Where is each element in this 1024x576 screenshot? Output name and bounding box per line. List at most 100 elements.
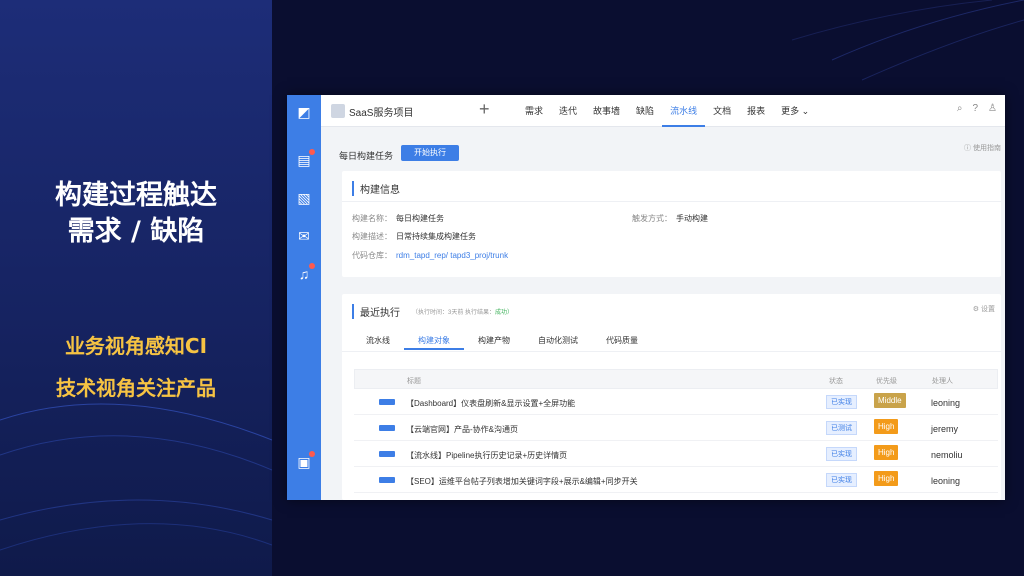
table-row[interactable]: 【云端官网】产品-协作&沟通页 已测试 High jeremy — [354, 415, 998, 441]
filter-result-value: 成功） — [495, 310, 514, 316]
build-info-card: 构建信息 构建名称： 每日构建任务 触发方式： 手动构建 构建描述： 日常持续集成构建… — [342, 171, 1001, 277]
trigger-value: 手动构建 — [676, 214, 708, 223]
trigger-field: 触发方式： 手动构建 — [632, 213, 708, 224]
row-owner: leoning — [931, 398, 961, 408]
app-window: ◩ ▤ ▧ ✉ ♫ ▣ SaaS服务项目 + 需求 迭代 故事墙 缺陷 流水线 … — [287, 95, 1005, 500]
tab-code-quality[interactable]: 代码质量 — [592, 332, 652, 350]
chat-icon[interactable]: ▣ — [295, 451, 315, 471]
build-name-field: 构建名称： 每日构建任务 — [352, 213, 444, 224]
repo-label: 代码仓库： — [352, 251, 392, 260]
priority-badge: Middle — [874, 393, 906, 408]
nav-docs[interactable]: 文档 — [705, 95, 739, 127]
tab-build-objects[interactable]: 构建对象 — [404, 332, 464, 350]
mail-icon[interactable]: ✉ — [295, 227, 313, 245]
repo-field: 代码仓库： rdm_tapd_rep/ tapd3_proj/trunk — [352, 250, 508, 261]
col-status: 状态 — [829, 378, 843, 385]
build-desc-field: 构建描述： 日常持续集成构建任务 — [352, 231, 476, 242]
trigger-label: 触发方式： — [632, 214, 672, 223]
priority-badge: High — [874, 445, 899, 460]
slide-left-panel: 构建过程触达 需求 / 缺陷 业务视角感知CI 技术视角关注产品 — [0, 0, 272, 576]
build-info-title: 构建信息 — [352, 181, 400, 196]
row-title[interactable]: 【SEO】运维平台帖子列表增加关键词字段+展示&编辑+同步开关 — [406, 476, 638, 487]
chevron-down-icon: ⌄ — [801, 106, 810, 116]
status-badge: 已测试 — [826, 421, 857, 435]
user-icon[interactable]: ♙ — [988, 103, 997, 114]
tab-pipeline[interactable]: 流水线 — [352, 332, 404, 350]
table-row[interactable]: 【SEO】运维平台帖子列表增加关键词字段+展示&编辑+同步开关 已实现 High… — [354, 467, 998, 493]
divider — [342, 201, 1001, 202]
recent-execution-card: 最近执行 （执行时间：3天前 执行结果：成功） ⚙ 设置 流水线 构建对象 构建… — [342, 294, 1001, 500]
build-desc-value: 日常持续集成构建任务 — [396, 232, 476, 241]
project-icon — [331, 104, 345, 118]
logo-icon[interactable]: ◩ — [295, 103, 313, 121]
nav-requirements[interactable]: 需求 — [517, 95, 551, 127]
build-objects-table: 标题 状态 优先级 处理人 【Dashboard】仪表盘刷新&显示设置+全屏功能… — [354, 369, 998, 493]
settings-link[interactable]: ⚙ 设置 — [973, 304, 995, 314]
search-icon[interactable]: ⌕ — [957, 103, 963, 114]
settings-label: 设置 — [981, 306, 995, 313]
status-badge: 已实现 — [826, 473, 857, 487]
guide-link[interactable]: ⓘ 使用指南 — [964, 143, 1001, 153]
status-badge: 已实现 — [826, 447, 857, 461]
nav-more[interactable]: 更多 ⌄ — [773, 95, 817, 127]
table-row[interactable]: 【流水线】Pipeline执行历史记录+历史详情页 已实现 High nemol… — [354, 441, 998, 467]
top-icons: ⌕ ? ♙ — [957, 103, 997, 114]
row-title[interactable]: 【流水线】Pipeline执行历史记录+历史详情页 — [406, 450, 567, 461]
tab-auto-test[interactable]: 自动化测试 — [524, 332, 592, 350]
col-title: 标题 — [407, 378, 421, 385]
start-execute-button[interactable]: 开始执行 — [401, 145, 459, 161]
nav-pipeline[interactable]: 流水线 — [662, 95, 706, 127]
story-tag — [379, 477, 395, 483]
add-icon[interactable]: + — [479, 99, 490, 120]
story-tag — [379, 399, 395, 405]
execution-filter[interactable]: （执行时间：3天前 执行结果：成功） — [412, 307, 513, 316]
nav-reports[interactable]: 报表 — [739, 95, 773, 127]
tab-build-artifacts[interactable]: 构建产物 — [464, 332, 524, 350]
result-tabs: 流水线 构建对象 构建产物 自动化测试 代码质量 — [352, 332, 652, 350]
filter-result-label: 执行结果： — [465, 310, 496, 316]
repo-link[interactable]: rdm_tapd_rep/ tapd3_proj/trunk — [396, 251, 508, 260]
app-side-rail: ◩ ▤ ▧ ✉ ♫ ▣ — [287, 95, 321, 500]
status-badge: 已实现 — [826, 395, 857, 409]
build-name-label: 构建名称： — [352, 214, 392, 223]
row-owner: nemoliu — [931, 450, 963, 460]
col-owner: 处理人 — [932, 378, 953, 385]
bell-icon[interactable]: ♫ — [295, 263, 315, 283]
table-row[interactable]: 【Dashboard】仪表盘刷新&显示设置+全屏功能 已实现 Middle le… — [354, 389, 998, 415]
nav-iteration[interactable]: 迭代 — [551, 95, 585, 127]
project-name[interactable]: SaaS服务项目 — [349, 104, 413, 119]
nav-more-label: 更多 — [781, 106, 800, 116]
row-title[interactable]: 【Dashboard】仪表盘刷新&显示设置+全屏功能 — [406, 398, 575, 409]
inbox-icon[interactable]: ▤ — [295, 149, 315, 169]
priority-badge: High — [874, 419, 899, 434]
main-nav: 需求 迭代 故事墙 缺陷 流水线 文档 报表 更多 ⌄ — [517, 95, 817, 127]
headline-line-2: 需求 / 缺陷 — [67, 216, 205, 247]
guide-link-label: 使用指南 — [973, 145, 1001, 152]
col-priority: 优先级 — [876, 378, 897, 385]
recent-title: 最近执行 — [352, 304, 400, 319]
help-icon[interactable]: ? — [972, 103, 978, 114]
subtitle-tech: 技术视角关注产品 — [56, 376, 216, 400]
top-nav-bar: SaaS服务项目 + 需求 迭代 故事墙 缺陷 流水线 文档 报表 更多 ⌄ ⌕… — [321, 95, 1005, 127]
task-label: 每日构建任务 — [339, 151, 394, 161]
info-icon: ⓘ — [964, 145, 972, 152]
divider — [342, 351, 1001, 352]
filter-time: （执行时间：3天前 — [412, 310, 464, 316]
build-name-value: 每日构建任务 — [396, 214, 444, 223]
decorative-waves — [0, 403, 272, 551]
slide-headline: 构建过程触达 需求 / 缺陷 — [0, 178, 272, 250]
headline-line-1: 构建过程触达 — [55, 180, 217, 211]
table-header: 标题 状态 优先级 处理人 — [354, 369, 998, 389]
subtitle-business: 业务视角感知CI — [64, 334, 208, 358]
story-tag — [379, 425, 395, 431]
note-icon[interactable]: ▧ — [295, 189, 313, 207]
nav-story-wall[interactable]: 故事墙 — [585, 95, 628, 127]
story-tag — [379, 451, 395, 457]
gear-icon: ⚙ — [972, 306, 980, 313]
priority-badge: High — [874, 471, 899, 486]
row-title[interactable]: 【云端官网】产品-协作&沟通页 — [406, 424, 518, 435]
build-desc-label: 构建描述： — [352, 232, 392, 241]
row-owner: jeremy — [931, 424, 959, 434]
nav-defects[interactable]: 缺陷 — [628, 95, 662, 127]
row-owner: leoning — [931, 476, 961, 486]
